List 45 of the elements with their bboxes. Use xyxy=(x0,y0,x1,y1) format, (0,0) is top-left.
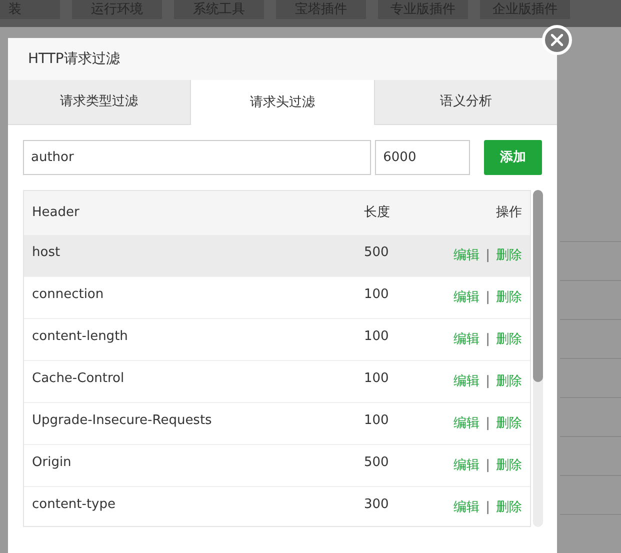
link-separator: | xyxy=(486,456,490,475)
delete-link[interactable]: 删除 xyxy=(496,288,522,308)
column-header: Header xyxy=(31,204,80,222)
link-separator: | xyxy=(486,498,490,517)
table-cell-text: content-length xyxy=(31,328,129,346)
add-button[interactable]: 添加 xyxy=(484,140,542,175)
table-cell-text: 100 xyxy=(364,370,390,388)
delete-link[interactable]: 删除 xyxy=(496,414,522,434)
edit-link[interactable]: 编辑 xyxy=(454,456,480,476)
table-cell-text: host xyxy=(31,244,62,262)
table-cell-text: Cache-Control xyxy=(31,370,126,388)
edit-link[interactable]: 编辑 xyxy=(454,372,480,392)
link-separator: | xyxy=(486,288,490,307)
edit-link[interactable]: 编辑 xyxy=(454,246,480,266)
table-cell-text: 100 xyxy=(364,286,390,304)
edit-link[interactable]: 编辑 xyxy=(454,330,480,350)
tab[interactable]: 请求头过滤 xyxy=(190,80,375,125)
link-separator: | xyxy=(486,414,490,433)
table-cell-text: 100 xyxy=(364,412,390,430)
header-name-input[interactable]: author xyxy=(23,140,372,175)
length-input[interactable]: 6000 xyxy=(375,140,470,175)
table-cell-text: content-type xyxy=(31,496,117,514)
delete-link[interactable]: 删除 xyxy=(496,372,522,392)
delete-link[interactable]: 删除 xyxy=(496,246,522,266)
dialog-title: HTTP请求过滤 xyxy=(28,50,120,68)
table-cell-text: Upgrade-Insecure-Requests xyxy=(31,412,213,430)
column-header: 长度 xyxy=(364,204,391,222)
link-separator: | xyxy=(486,330,490,349)
table-cell-text: connection xyxy=(31,286,105,304)
table-cell-text: 500 xyxy=(364,454,390,472)
table-cell-text: Origin xyxy=(31,454,72,472)
table-cell-text: 300 xyxy=(364,496,390,514)
delete-link[interactable]: 删除 xyxy=(496,498,522,518)
table-cell-text: 500 xyxy=(364,244,390,262)
link-separator: | xyxy=(486,246,490,265)
edit-link[interactable]: 编辑 xyxy=(454,414,480,434)
scrollbar[interactable] xyxy=(533,190,543,527)
edit-link[interactable]: 编辑 xyxy=(454,498,480,518)
edit-link[interactable]: 编辑 xyxy=(454,288,480,308)
link-separator: | xyxy=(486,372,490,391)
table-cell-text: 100 xyxy=(364,328,390,346)
column-header: 操作 xyxy=(496,204,523,222)
delete-link[interactable]: 删除 xyxy=(496,330,522,350)
delete-link[interactable]: 删除 xyxy=(496,456,522,476)
close-icon[interactable] xyxy=(542,25,572,55)
